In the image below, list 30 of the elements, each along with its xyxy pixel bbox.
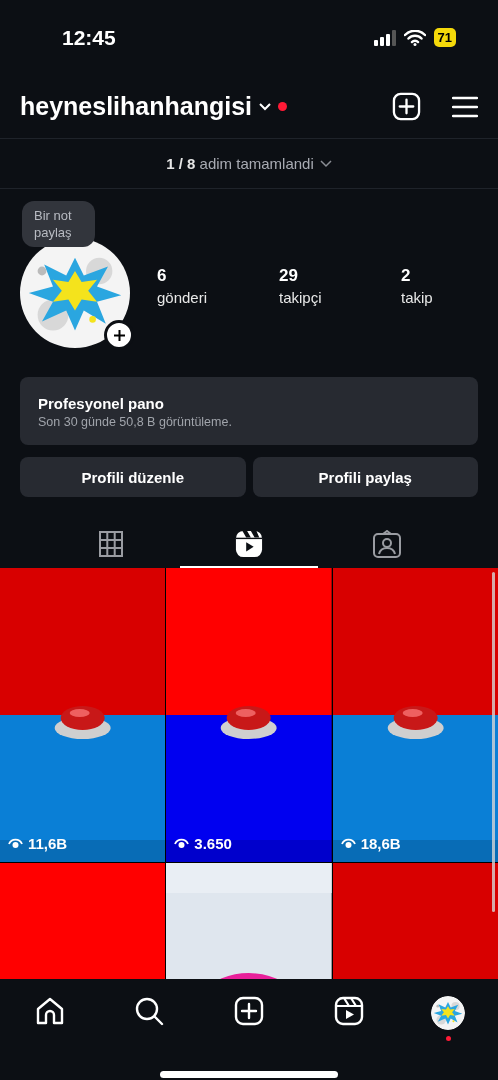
progress-text[interactable]: 1 / 8 adim tamamlandi — [166, 155, 314, 172]
reels-icon — [235, 529, 263, 558]
home-icon[interactable] — [34, 996, 65, 1026]
profile-button[interactable]: Profili paylaş — [252, 457, 478, 497]
chevron-down-icon[interactable] — [319, 159, 332, 168]
stat-label[interactable]: takip — [401, 289, 433, 306]
battery-level: 71 — [433, 28, 456, 47]
grid-icon — [99, 530, 123, 557]
stat-value[interactable]: 29 — [279, 266, 401, 286]
menu-icon[interactable] — [452, 95, 478, 118]
dashboard-card[interactable]: Profesyonel pano Son 30 günde 50,8 B görüntüleme. — [20, 377, 478, 445]
dashboard-title: Profesyonel pano — [38, 395, 165, 412]
stat-label[interactable]: gönderi — [157, 289, 279, 306]
profile-button[interactable]: Profili düzenle — [20, 457, 246, 497]
stat-label[interactable]: takipçi — [279, 289, 401, 306]
search-icon[interactable] — [134, 996, 165, 1026]
create-icon[interactable] — [392, 92, 421, 121]
signal-icon — [373, 29, 396, 46]
dashboard-subtitle: Son 30 günde 50,8 B görüntüleme. — [38, 415, 233, 429]
status-time: 12:45 — [62, 25, 116, 50]
plus-icon — [112, 328, 126, 342]
note-bubble[interactable]: Bir not paylaş — [22, 201, 95, 247]
username[interactable]: heyneslihanhangisi — [20, 92, 252, 121]
tagged-icon — [373, 529, 401, 558]
chevron-down-icon[interactable] — [258, 101, 272, 112]
reels-icon[interactable] — [333, 996, 364, 1026]
wifi-icon — [403, 29, 426, 46]
create-icon[interactable] — [234, 996, 264, 1026]
stat-value[interactable]: 2 — [401, 266, 433, 286]
stat-value[interactable]: 6 — [157, 266, 279, 286]
